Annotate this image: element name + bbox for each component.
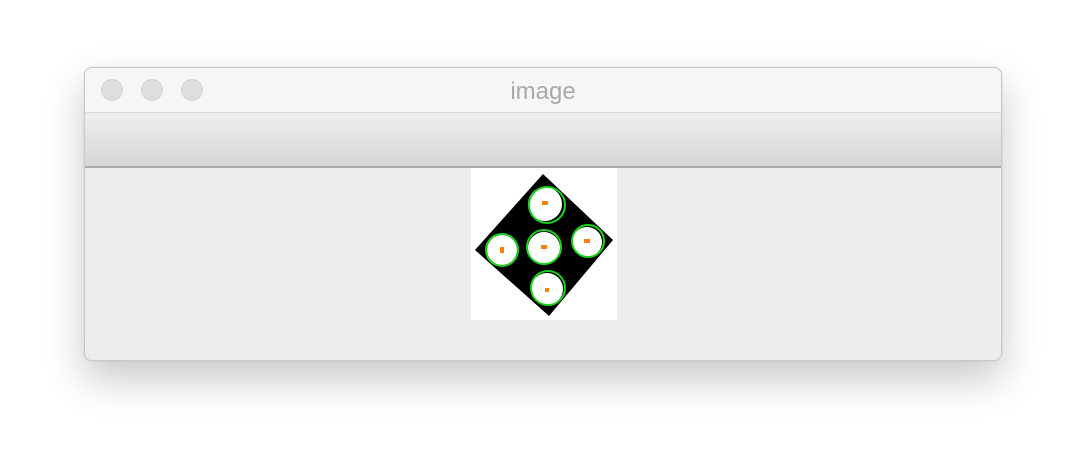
center-mark-center [541,245,547,249]
image-view [471,168,617,320]
title-bar[interactable]: image [85,68,1001,113]
toolbar [85,113,1001,168]
image-content-area [85,168,1001,360]
center-mark-bottom [545,288,549,292]
dice-five-icon [471,168,617,320]
center-mark-right [584,239,590,243]
center-mark-top [542,201,548,205]
center-mark-left [500,247,504,253]
window-title: image [510,78,576,105]
image-window: image [84,67,1002,361]
